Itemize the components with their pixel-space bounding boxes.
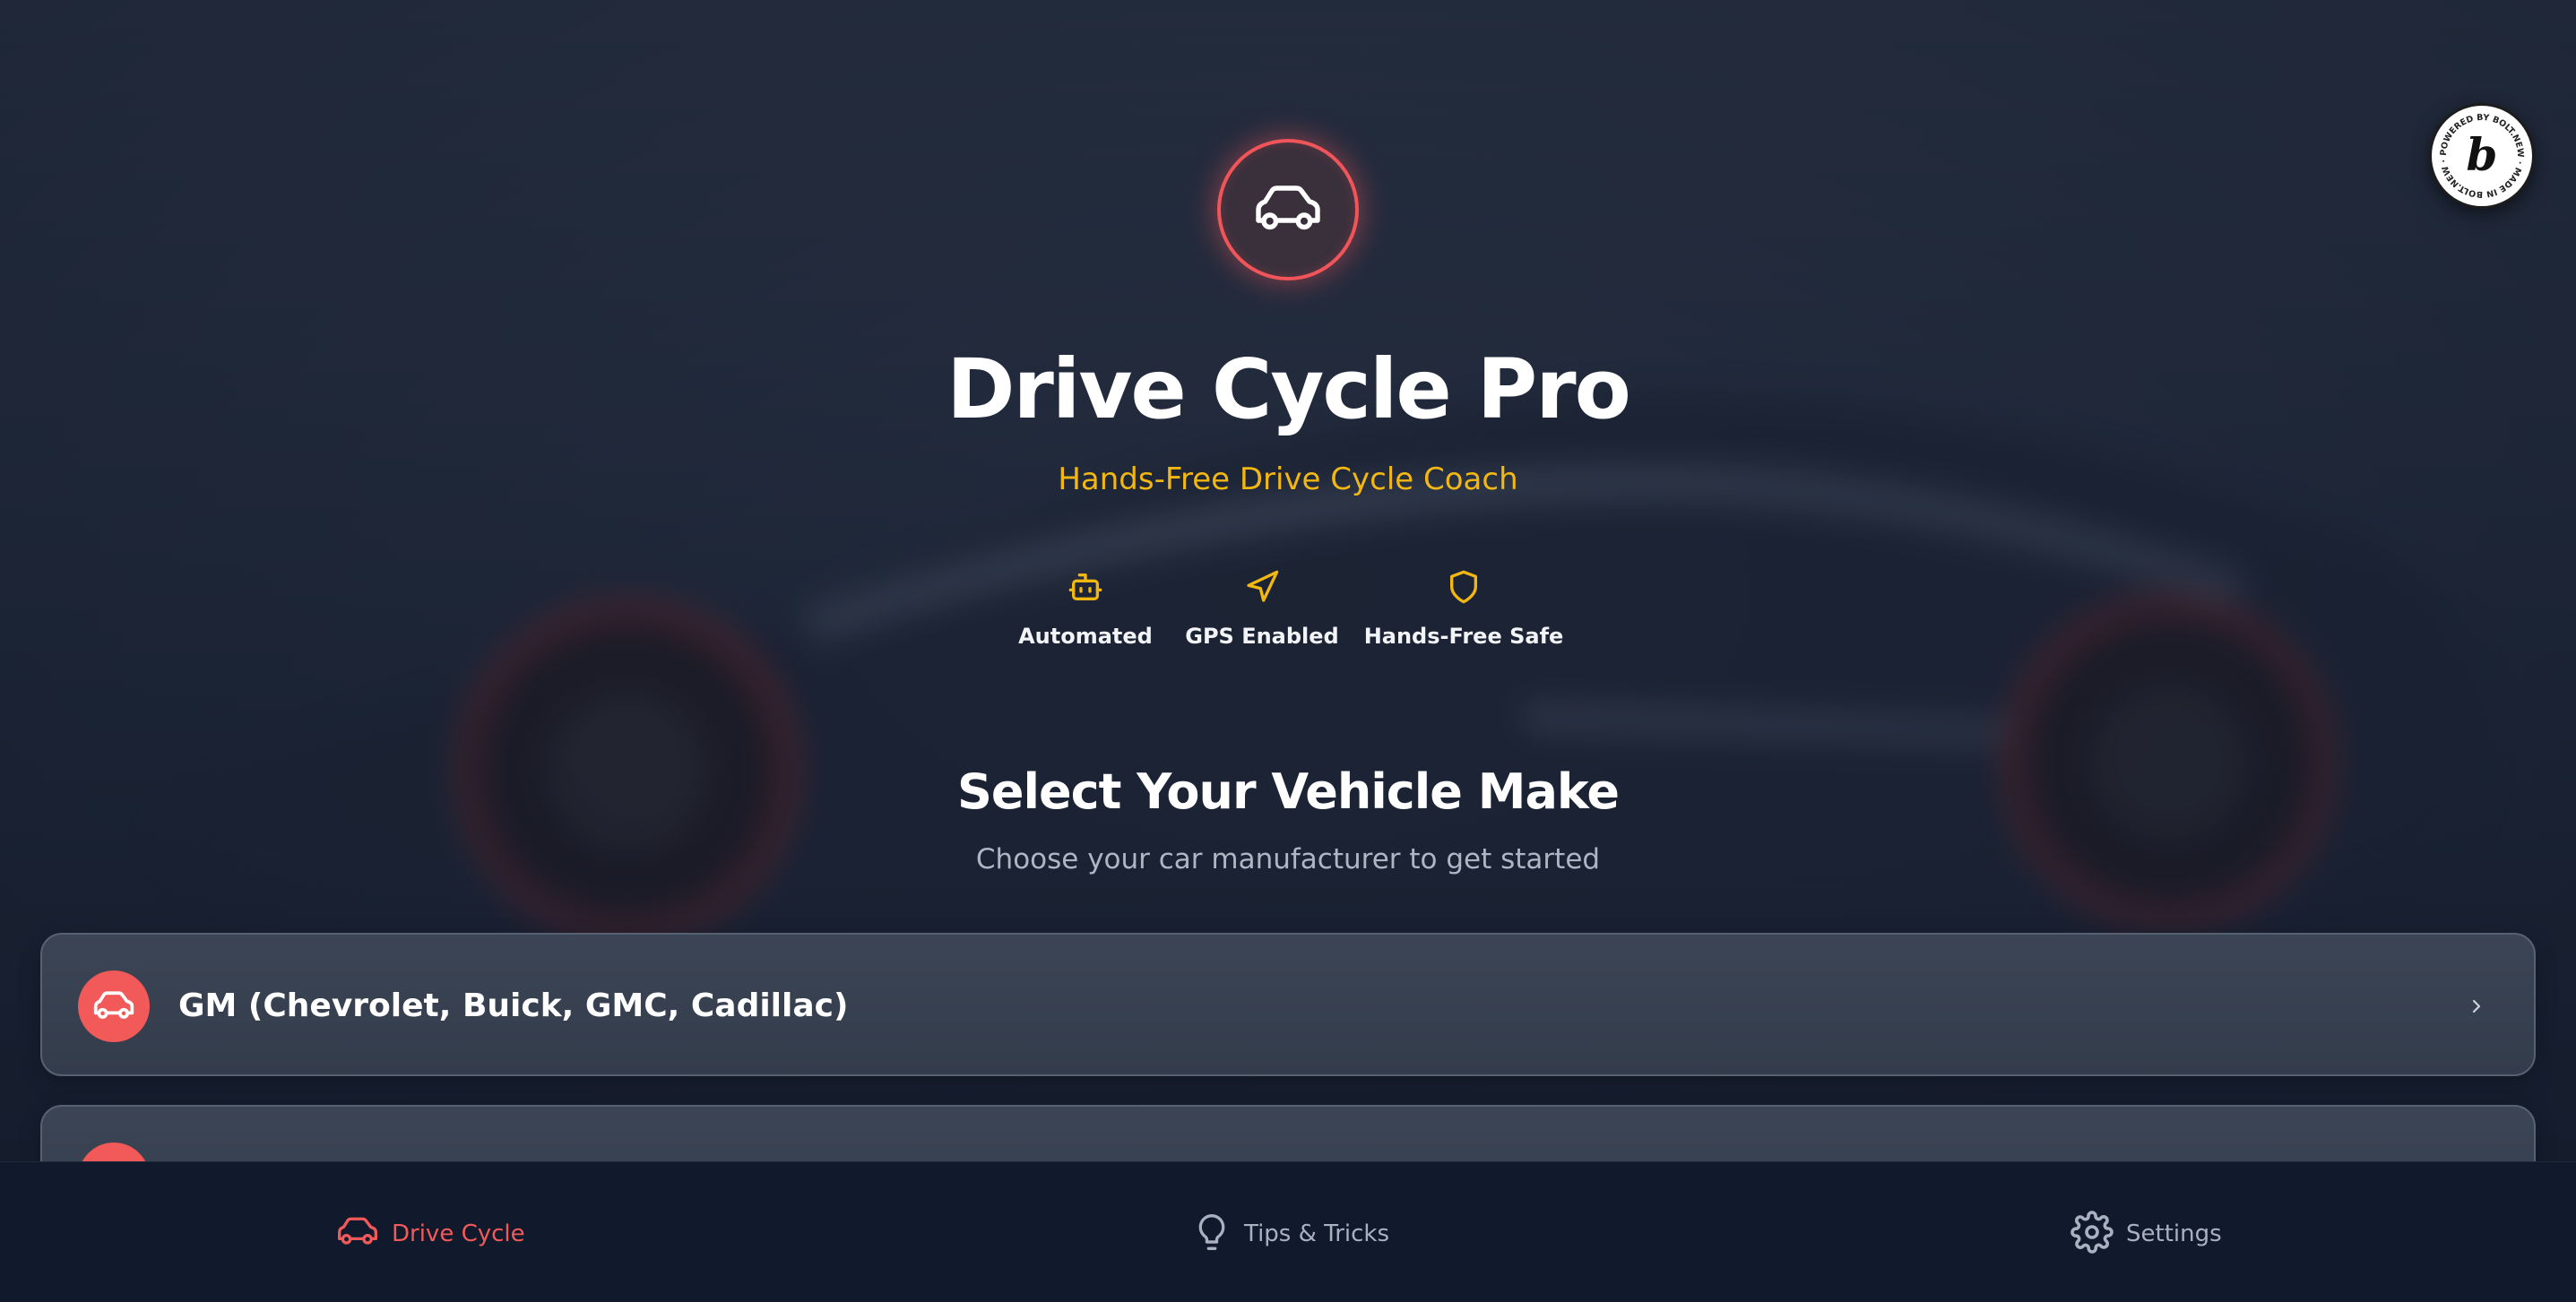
app-subtitle: Hands-Free Drive Cycle Coach xyxy=(1058,461,1518,497)
nav-settings[interactable]: Settings xyxy=(2070,1207,2222,1261)
app-title: Drive Cycle Pro xyxy=(947,341,1631,437)
section-subtitle: Choose your car manufacturer to get star… xyxy=(975,843,1601,875)
car-icon xyxy=(336,1215,379,1253)
feature-label: GPS Enabled xyxy=(1185,624,1339,649)
feature-list: Automated GPS Enabled Hands-Free Safe xyxy=(0,566,2576,656)
nav-label: Tips & Tricks xyxy=(1244,1220,1390,1247)
bottom-navigation: Drive Cycle Tips & Tricks Settings xyxy=(0,1161,2576,1302)
feature-hands-free: Hands-Free Safe xyxy=(1347,566,1580,649)
navigation-icon xyxy=(1145,566,1379,608)
make-option-gm[interactable]: GM (Chevrolet, Buick, GMC, Cadillac) xyxy=(40,933,2536,1076)
nav-tips-tricks[interactable]: Tips & Tricks xyxy=(1192,1207,1389,1261)
car-icon xyxy=(78,970,150,1042)
app-screen: Drive Cycle Pro Hands-Free Drive Cycle C… xyxy=(0,0,2576,1302)
bolt-logo-icon: POWERED BY BOLT.NEW · MADE IN BOLT.NEW ·… xyxy=(2435,109,2528,203)
lightbulb-icon xyxy=(1192,1211,1232,1257)
bolt-badge[interactable]: POWERED BY BOLT.NEW · MADE IN BOLT.NEW ·… xyxy=(2429,103,2535,209)
make-label: GM (Chevrolet, Buick, GMC, Cadillac) xyxy=(178,987,849,1024)
nav-drive-cycle[interactable]: Drive Cycle xyxy=(336,1207,525,1261)
section-title: Select Your Vehicle Make xyxy=(956,763,1620,820)
nav-label: Drive Cycle xyxy=(392,1220,525,1247)
gear-icon xyxy=(2070,1211,2114,1257)
nav-label: Settings xyxy=(2126,1220,2222,1247)
shield-icon xyxy=(1347,566,1580,608)
badge-letter: b xyxy=(2467,128,2498,181)
chevron-right-icon xyxy=(2459,988,2494,1024)
feature-label: Hands-Free Safe xyxy=(1363,624,1564,649)
hero-car-icon xyxy=(1217,139,1359,280)
feature-gps: GPS Enabled xyxy=(1145,566,1379,649)
